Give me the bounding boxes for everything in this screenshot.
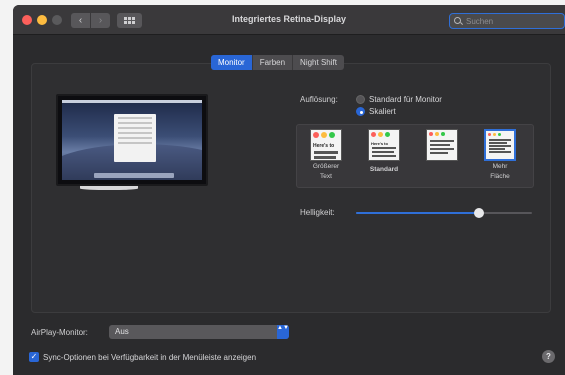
display-stand xyxy=(80,186,138,190)
preview-window xyxy=(114,114,156,162)
tab-monitor[interactable]: Monitor xyxy=(211,55,253,70)
help-button[interactable]: ? xyxy=(542,350,555,363)
sync-label: Sync-Optionen bei Verfügbarkeit in der M… xyxy=(43,352,257,362)
scale-option-standard[interactable]: Here's to Standard xyxy=(363,129,405,174)
airplay-select[interactable]: Aus ▲▼ xyxy=(109,325,289,339)
preferences-window: ‹ › Integriertes Retina-Display Auflösun… xyxy=(13,5,565,375)
updown-arrows-icon: ▲▼ xyxy=(277,325,289,339)
airplay-selected-value: Aus xyxy=(115,327,129,336)
radio-standard[interactable]: Standard für Monitor xyxy=(356,95,442,104)
tab-farben[interactable]: Farben xyxy=(253,55,294,70)
search-icon xyxy=(454,17,461,24)
brightness-slider[interactable] xyxy=(356,208,532,218)
brightness-slider-knob[interactable] xyxy=(474,208,485,218)
sync-checkbox[interactable]: ✓ xyxy=(29,352,39,362)
titlebar: ‹ › Integriertes Retina-Display xyxy=(13,5,565,35)
scale-option-more-space-1[interactable] xyxy=(421,129,463,161)
search-field[interactable] xyxy=(449,13,565,29)
radio-button[interactable] xyxy=(356,95,365,104)
scale-thumbnail: Here's to xyxy=(310,129,342,161)
scale-option-larger-text[interactable]: Here's to Größerer Text xyxy=(305,129,347,181)
tab-night-shift[interactable]: Night Shift xyxy=(293,55,344,70)
desktop-preview xyxy=(62,100,202,180)
brightness-label: Helligkeit: xyxy=(300,208,335,217)
resolution-label: Auflösung: xyxy=(300,95,338,104)
brightness-slider-fill xyxy=(356,212,480,214)
scale-thumbnail: Here's to xyxy=(368,129,400,161)
sync-option[interactable]: ✓ Sync-Optionen bei Verfügbarkeit in der… xyxy=(29,352,256,362)
radio-button[interactable] xyxy=(356,107,365,116)
scaling-options: Here's to Größerer Text Here's to Standa… xyxy=(296,124,534,188)
search-input[interactable] xyxy=(466,15,561,27)
preview-dock xyxy=(94,173,174,178)
scale-option-more-space[interactable]: Mehr Fläche xyxy=(479,129,521,181)
airplay-label: AirPlay-Monitor: xyxy=(31,328,88,337)
segmented-tabs: Monitor Farben Night Shift xyxy=(211,55,344,70)
scale-thumbnail-selected xyxy=(484,129,516,161)
radio-scaled[interactable]: Skaliert xyxy=(356,107,396,116)
display-preview xyxy=(56,94,208,186)
scale-thumbnail xyxy=(426,129,458,161)
monitor-panel: Auflösung: Standard für Monitor Skaliert… xyxy=(31,63,551,313)
